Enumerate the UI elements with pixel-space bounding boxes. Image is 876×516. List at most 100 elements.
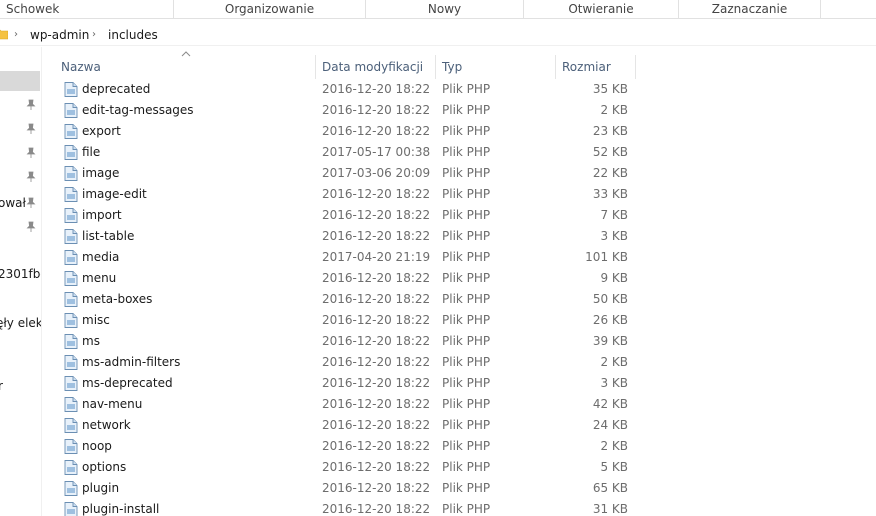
file-name: misc	[82, 313, 110, 327]
file-date: 2016-12-20 18:22	[322, 460, 431, 474]
chevron-right-icon[interactable]: ›	[92, 27, 96, 43]
column-divider[interactable]	[435, 55, 436, 79]
file-date: 2017-04-20 21:19	[322, 250, 431, 264]
php-file-icon	[64, 145, 78, 160]
file-row[interactable]: ms-admin-filters 2016-12-20 18:22 Plik PHP…	[56, 352, 636, 373]
file-date: 2016-12-20 18:22	[322, 355, 431, 369]
php-file-icon	[64, 439, 78, 454]
nav-item-quick-access[interactable]: ował	[0, 195, 26, 211]
file-date: 2016-12-20 18:22	[322, 334, 431, 348]
file-name: deprecated	[82, 82, 151, 96]
php-file-icon	[64, 502, 78, 516]
file-row[interactable]: image-edit 2016-12-20 18:22 Plik PHP 33 KB	[56, 184, 636, 205]
php-file-icon	[64, 229, 78, 244]
file-name: ms	[82, 334, 100, 348]
file-date: 2016-12-20 18:22	[322, 313, 431, 327]
file-type: Plik PHP	[442, 145, 491, 159]
navigation-pane[interactable]: ował 2301fb-l ęły elekt r	[0, 47, 42, 516]
file-row[interactable]: noop 2016-12-20 18:22 Plik PHP 2 KB	[56, 436, 636, 457]
file-row[interactable]: ms 2016-12-20 18:22 Plik PHP 39 KB	[56, 331, 636, 352]
file-type: Plik PHP	[442, 271, 491, 285]
file-row[interactable]: plugin 2016-12-20 18:22 Plik PHP 65 KB	[56, 478, 636, 499]
file-row[interactable]: ms-deprecated 2016-12-20 18:22 Plik PHP 3 K…	[56, 373, 636, 394]
file-row[interactable]: options 2016-12-20 18:22 Plik PHP 5 KB	[56, 457, 636, 478]
nav-item-folder[interactable]: 2301fb-l	[0, 266, 41, 282]
file-name: network	[82, 418, 131, 432]
php-file-icon	[64, 124, 78, 139]
ribbon-group-clipboard[interactable]: Schowek	[0, 0, 174, 19]
pin-icon[interactable]	[26, 99, 36, 111]
file-name: options	[82, 460, 127, 474]
php-file-icon	[64, 250, 78, 265]
pin-icon[interactable]	[26, 147, 36, 159]
file-row[interactable]: export 2016-12-20 18:22 Plik PHP 23 KB	[56, 121, 636, 142]
file-size: 7 KB	[600, 208, 628, 222]
file-row[interactable]: file 2017-05-17 00:38 Plik PHP 52 KB	[56, 142, 636, 163]
column-header-date[interactable]: Data modyfikacji	[322, 55, 423, 79]
file-type: Plik PHP	[442, 397, 491, 411]
nav-selected-item[interactable]	[0, 71, 40, 91]
ribbon-group-open[interactable]: Otwieranie	[524, 0, 679, 19]
php-file-icon	[64, 292, 78, 307]
file-row[interactable]: image 2017-03-06 20:09 Plik PHP 22 KB	[56, 163, 636, 184]
breadcrumb-wp-admin[interactable]: wp-admin	[30, 27, 89, 43]
file-row[interactable]: list-table 2016-12-20 18:22 Plik PHP 3 KB	[56, 226, 636, 247]
column-header-type[interactable]: Typ	[442, 55, 462, 79]
file-size: 24 KB	[592, 418, 628, 432]
file-date: 2016-12-20 18:22	[322, 292, 431, 306]
file-size: 50 KB	[592, 292, 628, 306]
file-size: 9 KB	[600, 271, 628, 285]
column-divider[interactable]	[315, 55, 316, 79]
file-row[interactable]: network 2016-12-20 18:22 Plik PHP 24 KB	[56, 415, 636, 436]
file-type: Plik PHP	[442, 355, 491, 369]
column-header-size[interactable]: Rozmiar	[562, 55, 611, 79]
file-row[interactable]: plugin-install 2016-12-20 18:22 Plik PHP 31…	[56, 499, 636, 516]
file-name: list-table	[82, 229, 135, 243]
file-name: meta-boxes	[82, 292, 153, 306]
pin-icon[interactable]	[26, 171, 36, 183]
file-size: 2 KB	[600, 103, 628, 117]
pin-icon[interactable]	[26, 123, 36, 135]
file-row[interactable]: misc 2016-12-20 18:22 Plik PHP 26 KB	[56, 310, 636, 331]
file-name: media	[82, 250, 120, 264]
breadcrumb-includes[interactable]: includes	[108, 27, 158, 43]
file-date: 2016-12-20 18:22	[322, 229, 431, 243]
file-type: Plik PHP	[442, 439, 491, 453]
file-type: Plik PHP	[442, 187, 491, 201]
file-row[interactable]: media 2017-04-20 21:19 Plik PHP 101 KB	[56, 247, 636, 268]
ribbon-group-new[interactable]: Nowy	[366, 0, 524, 19]
address-bar[interactable]: › wp-admin › includes	[0, 24, 876, 46]
file-size: 2 KB	[600, 355, 628, 369]
file-row[interactable]: menu 2016-12-20 18:22 Plik PHP 9 KB	[56, 268, 636, 289]
file-row[interactable]: deprecated 2016-12-20 18:22 Plik PHP 35 KB	[56, 79, 636, 100]
file-type: Plik PHP	[442, 418, 491, 432]
php-file-icon	[64, 166, 78, 181]
file-row[interactable]: import 2016-12-20 18:22 Plik PHP 7 KB	[56, 205, 636, 226]
pin-icon[interactable]	[26, 197, 36, 209]
file-size: 26 KB	[592, 313, 628, 327]
chevron-right-icon[interactable]: ›	[14, 27, 18, 43]
file-type: Plik PHP	[442, 481, 491, 495]
ribbon-group-organize[interactable]: Organizowanie	[174, 0, 366, 19]
file-date: 2016-12-20 18:22	[322, 208, 431, 222]
ribbon-group-bar: Schowek Organizowanie Nowy Otwieranie Za…	[0, 0, 876, 19]
php-file-icon	[64, 376, 78, 391]
file-row[interactable]: nav-menu 2016-12-20 18:22 Plik PHP 42 KB	[56, 394, 636, 415]
nav-item-folder[interactable]: ęły elekt	[0, 315, 41, 331]
file-name: plugin-install	[82, 502, 160, 516]
file-type: Plik PHP	[442, 124, 491, 138]
column-divider[interactable]	[555, 55, 556, 79]
column-header-name[interactable]: Nazwa	[61, 55, 101, 79]
nav-item-folder[interactable]: r	[0, 378, 3, 394]
column-headers: Nazwa Data modyfikacji Typ Rozmiar	[56, 51, 636, 79]
column-divider[interactable]	[635, 55, 636, 79]
file-type: Plik PHP	[442, 376, 491, 390]
file-row[interactable]: edit-tag-messages 2016-12-20 18:22 Plik PH…	[56, 100, 636, 121]
file-size: 52 KB	[592, 145, 628, 159]
sort-ascending-icon[interactable]	[181, 50, 191, 58]
ribbon-group-select[interactable]: Zaznaczanie	[679, 0, 821, 19]
file-type: Plik PHP	[442, 460, 491, 474]
file-size: 42 KB	[592, 397, 628, 411]
file-row[interactable]: meta-boxes 2016-12-20 18:22 Plik PHP 50 KB	[56, 289, 636, 310]
pin-icon[interactable]	[26, 221, 36, 233]
